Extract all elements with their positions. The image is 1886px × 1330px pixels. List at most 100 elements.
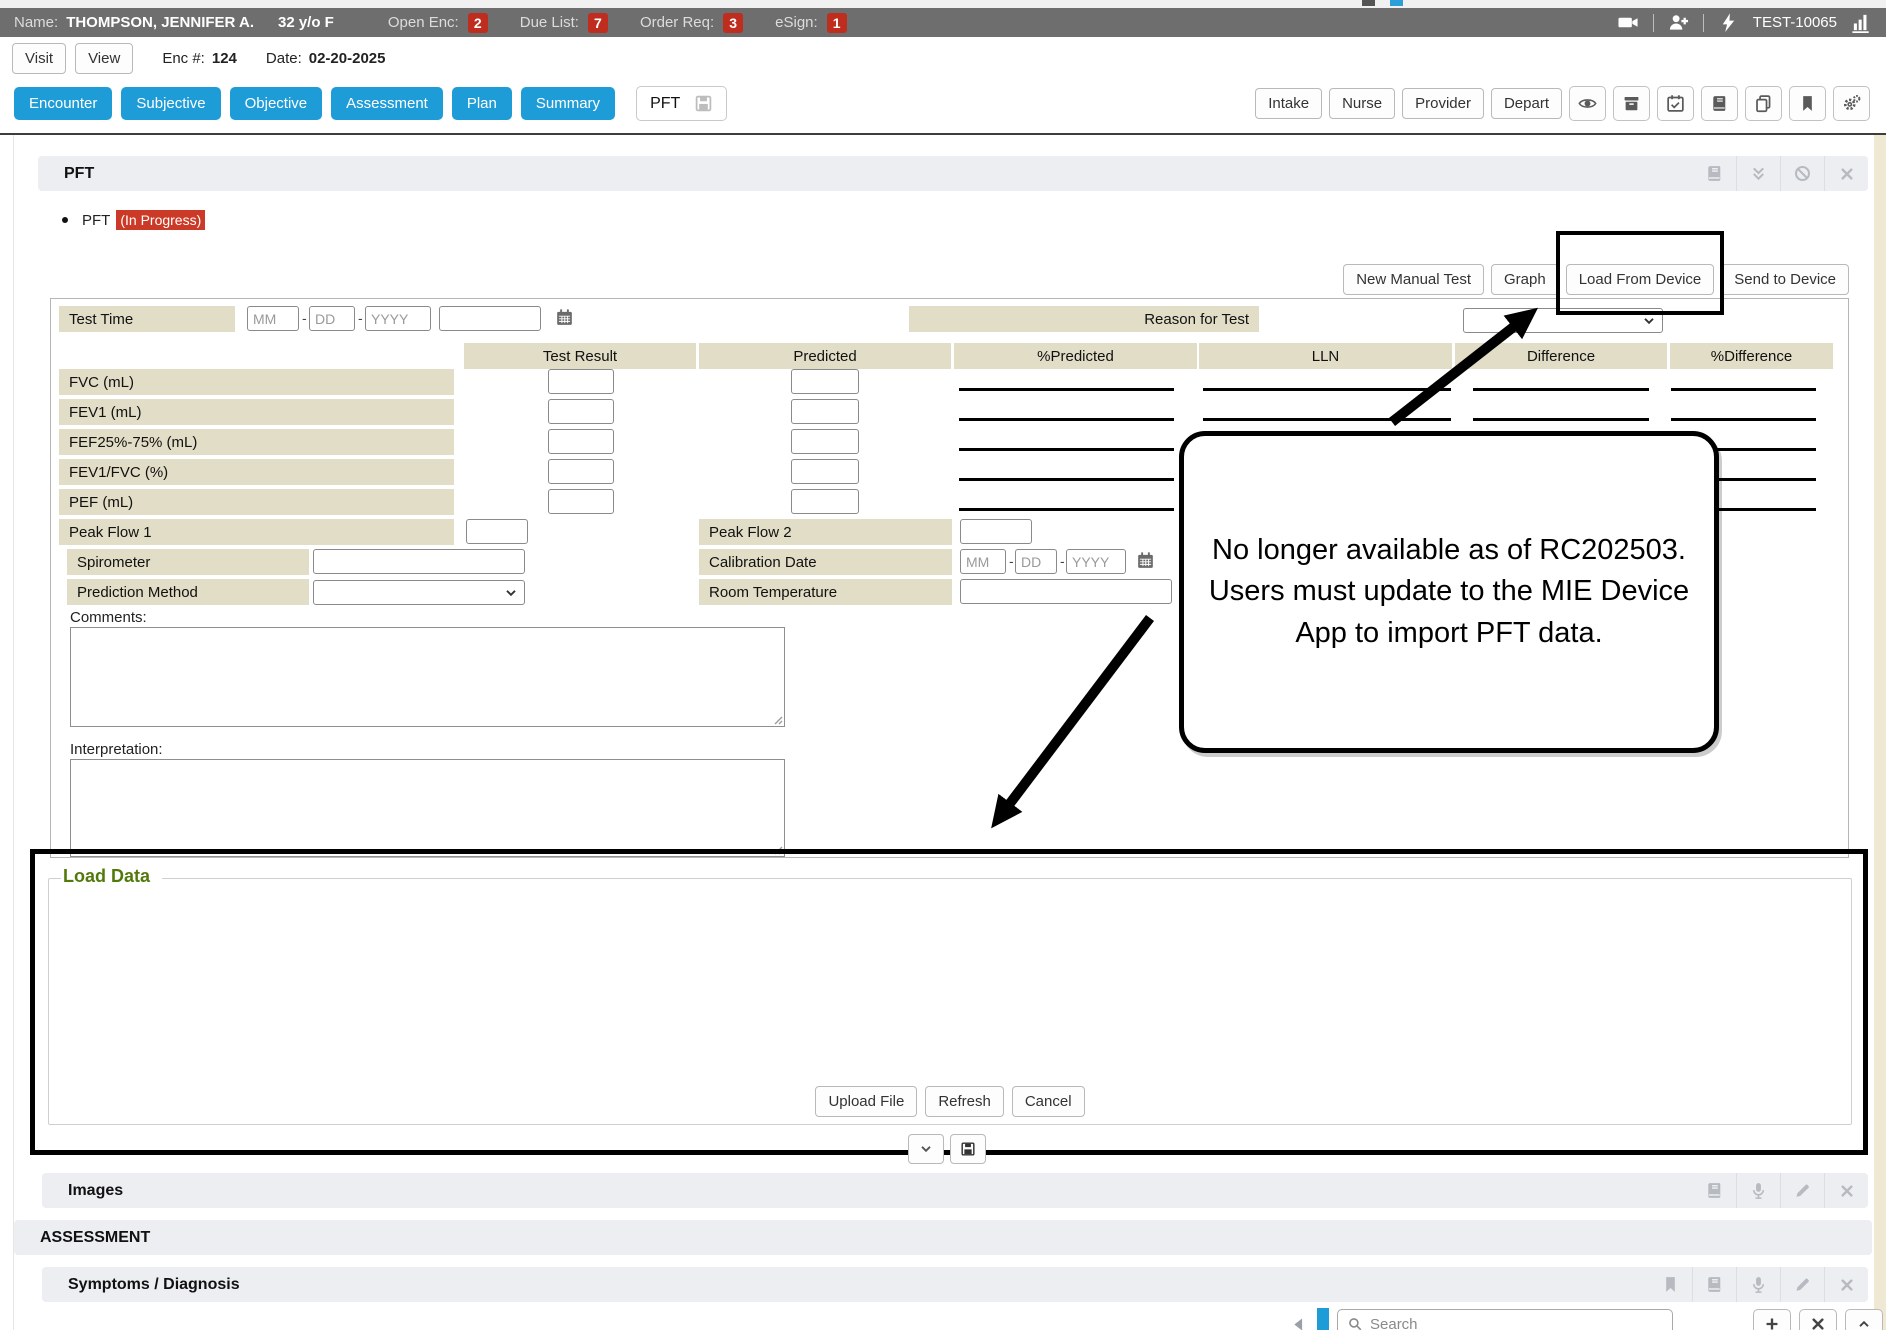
provider-button[interactable]: Provider bbox=[1402, 88, 1484, 119]
open-enc-label: Open Enc: bbox=[388, 14, 459, 31]
test-result-input[interactable] bbox=[548, 489, 614, 514]
eye-button[interactable] bbox=[1569, 86, 1606, 121]
settings-button[interactable] bbox=[1833, 86, 1870, 121]
journal-icon[interactable] bbox=[1692, 1267, 1736, 1302]
date-separator: - bbox=[1060, 553, 1065, 569]
graph-button[interactable]: Graph bbox=[1491, 264, 1559, 295]
encounter-number: Enc #: 124 bbox=[162, 50, 237, 67]
encounter-date: Date: 02-20-2025 bbox=[266, 50, 386, 67]
depart-button[interactable]: Depart bbox=[1491, 88, 1562, 119]
tab-encounter[interactable]: Encounter bbox=[14, 87, 112, 120]
save-button[interactable] bbox=[950, 1134, 986, 1164]
predicted-input[interactable] bbox=[791, 369, 859, 394]
peak-flow-1-input[interactable] bbox=[466, 519, 528, 544]
peak-flow-2-label: Peak Flow 2 bbox=[699, 519, 952, 545]
prediction-method-select[interactable] bbox=[313, 580, 525, 605]
encounter-bar: Visit View Enc #: 124 Date: 02-20-2025 bbox=[12, 37, 385, 79]
calibration-month-input[interactable] bbox=[960, 549, 1006, 574]
edit-pencil-icon[interactable] bbox=[1780, 1267, 1824, 1302]
due-list-counter[interactable]: Due List: 7 bbox=[520, 13, 608, 33]
order-req-counter[interactable]: Order Req: 3 bbox=[640, 13, 743, 33]
save-icon[interactable] bbox=[694, 94, 713, 113]
calibration-year-input[interactable] bbox=[1066, 549, 1126, 574]
interpretation-textarea[interactable] bbox=[70, 759, 785, 857]
test-result-input[interactable] bbox=[548, 459, 614, 484]
test-year-input[interactable] bbox=[365, 306, 431, 331]
col-predicted: Predicted bbox=[699, 343, 951, 369]
tab-summary[interactable]: Summary bbox=[521, 87, 615, 120]
visit-button[interactable]: Visit bbox=[12, 43, 66, 74]
view-button[interactable]: View bbox=[75, 43, 133, 74]
search-input[interactable] bbox=[1370, 1316, 1663, 1330]
calendar-check-button[interactable] bbox=[1657, 86, 1694, 121]
comments-textarea[interactable] bbox=[70, 627, 785, 727]
section-mini-controls bbox=[908, 1134, 986, 1164]
lightning-bolt-icon[interactable] bbox=[1718, 12, 1739, 33]
test-result-input[interactable] bbox=[548, 429, 614, 454]
tab-assessment[interactable]: Assessment bbox=[331, 87, 443, 120]
predicted-input[interactable] bbox=[791, 489, 859, 514]
nurse-button[interactable]: Nurse bbox=[1329, 88, 1395, 119]
tab-plan[interactable]: Plan bbox=[452, 87, 512, 120]
copy-button[interactable] bbox=[1745, 86, 1782, 121]
date-separator: - bbox=[358, 310, 363, 326]
disable-icon[interactable] bbox=[1780, 156, 1824, 191]
percent-predicted-line bbox=[959, 448, 1174, 451]
test-hour-input[interactable] bbox=[439, 306, 541, 331]
collapse-button[interactable] bbox=[908, 1134, 944, 1164]
bookmark-icon[interactable] bbox=[1648, 1267, 1692, 1302]
microphone-icon[interactable] bbox=[1736, 1267, 1780, 1302]
remove-button[interactable] bbox=[1799, 1309, 1837, 1330]
collapse-left-icon[interactable] bbox=[1290, 1315, 1309, 1330]
video-camera-icon[interactable] bbox=[1618, 12, 1639, 33]
journal-icon[interactable] bbox=[1692, 1173, 1736, 1208]
room-temperature-input[interactable] bbox=[960, 579, 1172, 604]
tab-pft-active[interactable]: PFT bbox=[636, 86, 727, 121]
calendar-icon[interactable] bbox=[1136, 551, 1155, 570]
percent-difference-line bbox=[1671, 388, 1816, 391]
images-section-header: Images bbox=[42, 1173, 1868, 1208]
add-button[interactable] bbox=[1753, 1309, 1791, 1330]
nav-toolbar: Intake Nurse Provider Depart bbox=[1255, 86, 1870, 121]
spirometer-input[interactable] bbox=[313, 549, 525, 574]
chevron-up-icon bbox=[1856, 1316, 1872, 1330]
tab-subjective[interactable]: Subjective bbox=[121, 87, 220, 120]
resize-grip-icon[interactable] bbox=[769, 711, 783, 725]
peak-flow-2-input[interactable] bbox=[960, 519, 1032, 544]
intake-button[interactable]: Intake bbox=[1255, 88, 1322, 119]
bar-chart-icon[interactable] bbox=[1851, 12, 1872, 33]
journal-icon[interactable] bbox=[1692, 156, 1736, 191]
assessment-section-header: ASSESSMENT bbox=[14, 1220, 1872, 1255]
new-manual-test-button[interactable]: New Manual Test bbox=[1343, 264, 1484, 295]
pft-item-link[interactable]: PFT bbox=[82, 212, 110, 229]
calendar-icon[interactable] bbox=[555, 308, 574, 327]
calibration-day-input[interactable] bbox=[1015, 549, 1057, 574]
collapse-up-button[interactable] bbox=[1845, 1309, 1883, 1330]
archive-button[interactable] bbox=[1613, 86, 1650, 121]
tab-objective[interactable]: Objective bbox=[230, 87, 323, 120]
predicted-input[interactable] bbox=[791, 399, 859, 424]
open-enc-counter[interactable]: Open Enc: 2 bbox=[388, 13, 488, 33]
row-label: PEF (mL) bbox=[59, 489, 454, 515]
collapse-double-chevron-icon[interactable] bbox=[1736, 156, 1780, 191]
diagnosis-search-row bbox=[1290, 1307, 1883, 1330]
journal-button[interactable] bbox=[1701, 86, 1738, 121]
test-day-input[interactable] bbox=[309, 306, 355, 331]
test-result-input[interactable] bbox=[548, 369, 614, 394]
annotation-box-load-from-device bbox=[1556, 231, 1724, 315]
search-box[interactable] bbox=[1337, 1309, 1673, 1330]
esign-counter[interactable]: eSign: 1 bbox=[775, 13, 847, 33]
send-to-device-button[interactable]: Send to Device bbox=[1721, 264, 1849, 295]
close-icon[interactable] bbox=[1824, 156, 1868, 191]
add-user-icon[interactable] bbox=[1668, 12, 1689, 33]
close-icon[interactable] bbox=[1824, 1267, 1868, 1302]
predicted-input[interactable] bbox=[791, 459, 859, 484]
close-icon[interactable] bbox=[1824, 1173, 1868, 1208]
test-result-input[interactable] bbox=[548, 399, 614, 424]
microphone-icon[interactable] bbox=[1736, 1173, 1780, 1208]
bookmark-button[interactable] bbox=[1789, 86, 1826, 121]
predicted-input[interactable] bbox=[791, 429, 859, 454]
status-badge: (In Progress) bbox=[116, 210, 205, 230]
test-month-input[interactable] bbox=[247, 306, 299, 331]
edit-pencil-icon[interactable] bbox=[1780, 1173, 1824, 1208]
